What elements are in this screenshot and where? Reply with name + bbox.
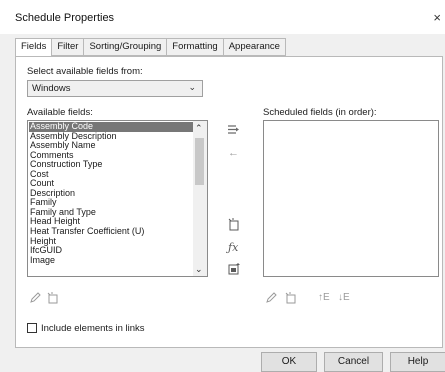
available-fields-list[interactable]: Assembly Code Assembly Description Assem…	[27, 120, 208, 277]
select-from-label: Select available fields from:	[27, 66, 143, 77]
calculated-value-icon[interactable]: ƒx	[228, 242, 238, 253]
delete-icon[interactable]	[47, 292, 59, 307]
scheduled-fields-list[interactable]	[263, 120, 439, 277]
available-fields-scrollbar[interactable]: ⌃ ⌄	[193, 121, 207, 276]
tab-strip: Fields Filter Sorting/Grouping Formattin…	[15, 38, 286, 57]
list-item[interactable]: Assembly Description	[29, 132, 193, 142]
tab-fields[interactable]: Fields	[15, 38, 53, 57]
tab-formatting[interactable]: Formatting	[167, 38, 224, 56]
chevron-down-icon: ⌄	[188, 82, 196, 92]
window-title: Schedule Properties	[15, 12, 115, 24]
scheduled-fields-label: Scheduled fields (in order):	[263, 107, 377, 118]
list-item[interactable]: Description	[29, 189, 193, 199]
title-bar: Schedule Properties ×	[0, 0, 445, 34]
scroll-up-icon[interactable]: ⌃	[195, 123, 203, 134]
list-item[interactable]: Comments	[29, 151, 193, 161]
list-item[interactable]: Head Height	[29, 217, 193, 227]
list-item[interactable]: IfcGUID	[29, 246, 193, 256]
cancel-button[interactable]: Cancel	[324, 352, 383, 372]
list-item[interactable]: Image	[29, 256, 193, 266]
list-item[interactable]: Heat Transfer Coefficient (U)	[29, 227, 193, 237]
list-item[interactable]: Family	[29, 198, 193, 208]
category-select-value: Windows	[32, 83, 71, 94]
help-button[interactable]: Help	[390, 352, 445, 372]
move-up-icon[interactable]: ↑E	[318, 292, 330, 303]
combine-parameters-icon[interactable]	[228, 262, 240, 278]
remove-parameter-icon[interactable]: ←	[228, 148, 239, 159]
scroll-thumb[interactable]	[195, 138, 204, 185]
category-select[interactable]: Windows ⌄	[27, 80, 203, 97]
close-icon[interactable]: ×	[433, 10, 441, 25]
add-parameter-icon[interactable]	[227, 123, 240, 139]
include-links-label: Include elements in links	[41, 323, 145, 334]
list-item[interactable]: Assembly Name	[29, 141, 193, 151]
list-item[interactable]: Assembly Code	[29, 122, 193, 132]
list-item[interactable]: Cost	[29, 170, 193, 180]
list-item[interactable]: Construction Type	[29, 160, 193, 170]
move-down-icon[interactable]: ↓E	[338, 292, 350, 303]
list-item[interactable]: Count	[29, 179, 193, 189]
delete-icon[interactable]	[285, 292, 297, 307]
list-item[interactable]: Height	[29, 237, 193, 247]
tab-filter[interactable]: Filter	[52, 38, 85, 56]
available-fields-label: Available fields:	[27, 107, 93, 118]
ok-button[interactable]: OK	[261, 352, 317, 372]
edit-icon[interactable]	[29, 292, 41, 307]
edit-icon[interactable]	[265, 292, 277, 307]
new-parameter-icon[interactable]	[228, 218, 240, 234]
tab-appearance[interactable]: Appearance	[223, 38, 286, 56]
list-item[interactable]: Family and Type	[29, 208, 193, 218]
tab-sorting-grouping[interactable]: Sorting/Grouping	[84, 38, 168, 56]
include-links-checkbox[interactable]	[27, 323, 37, 333]
scroll-down-icon[interactable]: ⌄	[195, 264, 203, 275]
